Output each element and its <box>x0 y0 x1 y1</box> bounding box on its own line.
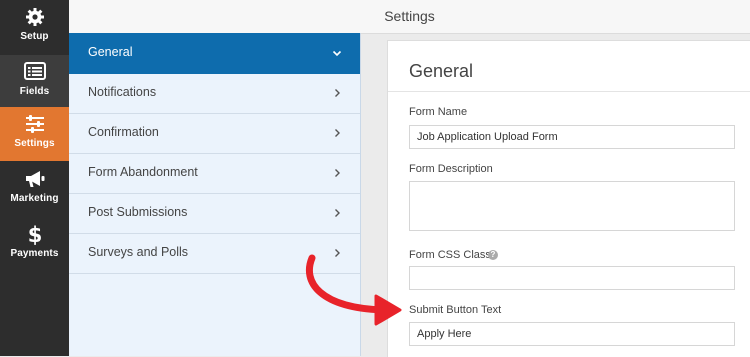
subnav-item-label: Post Submissions <box>88 205 188 219</box>
sidebar-item-payments[interactable]: $ Payments <box>0 217 69 271</box>
chevron-right-icon <box>330 86 344 100</box>
sliders-icon <box>0 114 69 134</box>
svg-text:$: $ <box>27 223 42 246</box>
sidebar-item-label: Setup <box>20 31 49 42</box>
subnav-item-label: Form Abandonment <box>88 165 198 179</box>
chevron-right-icon <box>330 166 344 180</box>
subnav-item-label: General <box>88 45 133 59</box>
sidebar-item-label: Fields <box>19 86 50 97</box>
form-name-label: Form Name <box>409 106 468 118</box>
megaphone-icon <box>0 169 69 189</box>
sidebar-item-marketing[interactable]: Marketing <box>0 162 69 216</box>
subnav-item-general[interactable]: General <box>69 33 360 74</box>
sidebar-item-settings[interactable]: Settings <box>0 107 69 161</box>
divider <box>388 91 750 92</box>
question-circle-icon[interactable]: ? <box>488 250 498 260</box>
builder-sidebar: Setup Fields Settings Marketing $ Paymen… <box>0 0 69 356</box>
subnav-item-confirmation[interactable]: Confirmation <box>69 113 360 154</box>
general-settings-panel: General Form Name Form Description Form … <box>387 40 750 357</box>
subnav-item-form-abandonment[interactable]: Form Abandonment <box>69 153 360 194</box>
page-title: Settings <box>384 8 435 24</box>
form-description-textarea[interactable] <box>409 181 735 231</box>
form-css-class-label: Form CSS Class <box>409 249 491 261</box>
form-name-input[interactable] <box>409 125 735 149</box>
sidebar-item-label: Payments <box>10 248 59 259</box>
form-css-class-input[interactable] <box>409 266 735 290</box>
gear-icon <box>0 7 69 27</box>
top-bar: Settings <box>69 0 750 34</box>
submit-button-text-label: Submit Button Text <box>409 304 502 316</box>
fields-list-icon <box>0 62 69 82</box>
chevron-down-icon <box>330 46 344 60</box>
subnav-item-label: Confirmation <box>88 125 159 139</box>
subnav-item-post-submissions[interactable]: Post Submissions <box>69 193 360 234</box>
submit-button-text-input[interactable] <box>409 322 735 346</box>
subnav-item-notifications[interactable]: Notifications <box>69 73 360 114</box>
sidebar-item-setup[interactable]: Setup <box>0 0 69 54</box>
panel-title: General <box>409 61 474 81</box>
curved-arrow-icon <box>305 254 402 326</box>
chevron-right-icon <box>330 126 344 140</box>
dollar-icon: $ <box>0 222 69 246</box>
sidebar-item-fields[interactable]: Fields <box>0 55 69 109</box>
subnav-item-label: Notifications <box>88 85 157 99</box>
subnav-item-label: Surveys and Polls <box>88 245 189 259</box>
sidebar-item-label: Settings <box>14 138 55 149</box>
sidebar-item-label: Marketing <box>10 193 59 204</box>
form-description-label: Form Description <box>409 163 493 175</box>
chevron-right-icon <box>330 206 344 220</box>
